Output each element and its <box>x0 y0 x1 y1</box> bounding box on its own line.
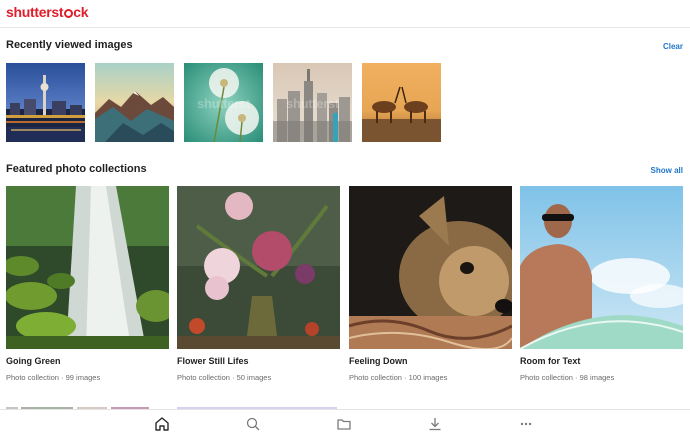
nav-downloads-button[interactable] <box>425 415 445 433</box>
collection-card-feeling-down[interactable]: Feeling Down Photo collection · 100 imag… <box>349 186 512 386</box>
collection-cover <box>6 186 169 349</box>
collection-card-going-green[interactable]: Going Green Photo collection · 99 images <box>6 186 169 386</box>
collection-cover <box>520 186 683 349</box>
collection-title: Going Green <box>6 356 61 366</box>
flowers-vase-image <box>177 186 340 349</box>
collection-title: Feeling Down <box>349 356 408 366</box>
logo-o-ring <box>63 9 73 18</box>
show-all-button[interactable]: Show all <box>651 166 683 175</box>
recent-image-dandelion[interactable]: shutterst <box>184 63 263 142</box>
collection-subtitle: Photo collection · 50 images <box>177 373 272 382</box>
bottom-nav <box>0 409 690 437</box>
dog-image <box>349 186 512 349</box>
featured-collections-title: Featured photo collections <box>6 163 147 175</box>
nav-collections-button[interactable] <box>334 415 354 433</box>
collection-subtitle: Photo collection · 100 images <box>349 373 448 382</box>
download-icon <box>429 418 441 431</box>
home-icon <box>155 417 169 431</box>
logo-text-end: ck <box>73 4 89 20</box>
recent-image-mountain[interactable] <box>95 63 174 142</box>
clear-button[interactable]: Clear <box>663 42 683 51</box>
nav-home-button[interactable] <box>152 415 172 433</box>
search-icon <box>246 417 260 431</box>
collection-title: Flower Still Lifes <box>177 356 249 366</box>
collection-cover <box>177 186 340 349</box>
watermark: shutterst <box>286 96 339 112</box>
recent-image-antelopes[interactable] <box>362 63 441 142</box>
collection-title: Room for Text <box>520 356 581 366</box>
folder-icon <box>337 419 351 430</box>
recently-viewed-title: Recently viewed images <box>6 39 133 51</box>
collection-cover <box>349 186 512 349</box>
antelopes-image <box>362 63 441 142</box>
more-icon <box>520 422 532 426</box>
collection-subtitle: Photo collection · 98 images <box>520 373 615 382</box>
nav-more-button[interactable] <box>516 415 536 433</box>
waterfall-image <box>6 186 169 349</box>
recent-image-berlin[interactable] <box>6 63 85 142</box>
collection-card-room-for-text[interactable]: Room for Text Photo collection · 98 imag… <box>520 186 683 386</box>
berlin-skyline-image <box>6 63 85 142</box>
shutterstock-logo[interactable]: shutterst ck <box>6 4 88 20</box>
recent-image-city[interactable]: shutterst <box>273 63 352 142</box>
top-bar: shutterst ck <box>0 0 690 28</box>
surfer-image <box>520 186 683 349</box>
collection-card-flower-still-lifes[interactable]: Flower Still Lifes Photo collection · 50… <box>177 186 340 386</box>
mountain-lake-image <box>95 63 174 142</box>
watermark: shutterst <box>197 96 250 112</box>
collection-subtitle: Photo collection · 99 images <box>6 373 101 382</box>
logo-text-start: shutterst <box>6 4 64 20</box>
nav-search-button[interactable] <box>243 415 263 433</box>
